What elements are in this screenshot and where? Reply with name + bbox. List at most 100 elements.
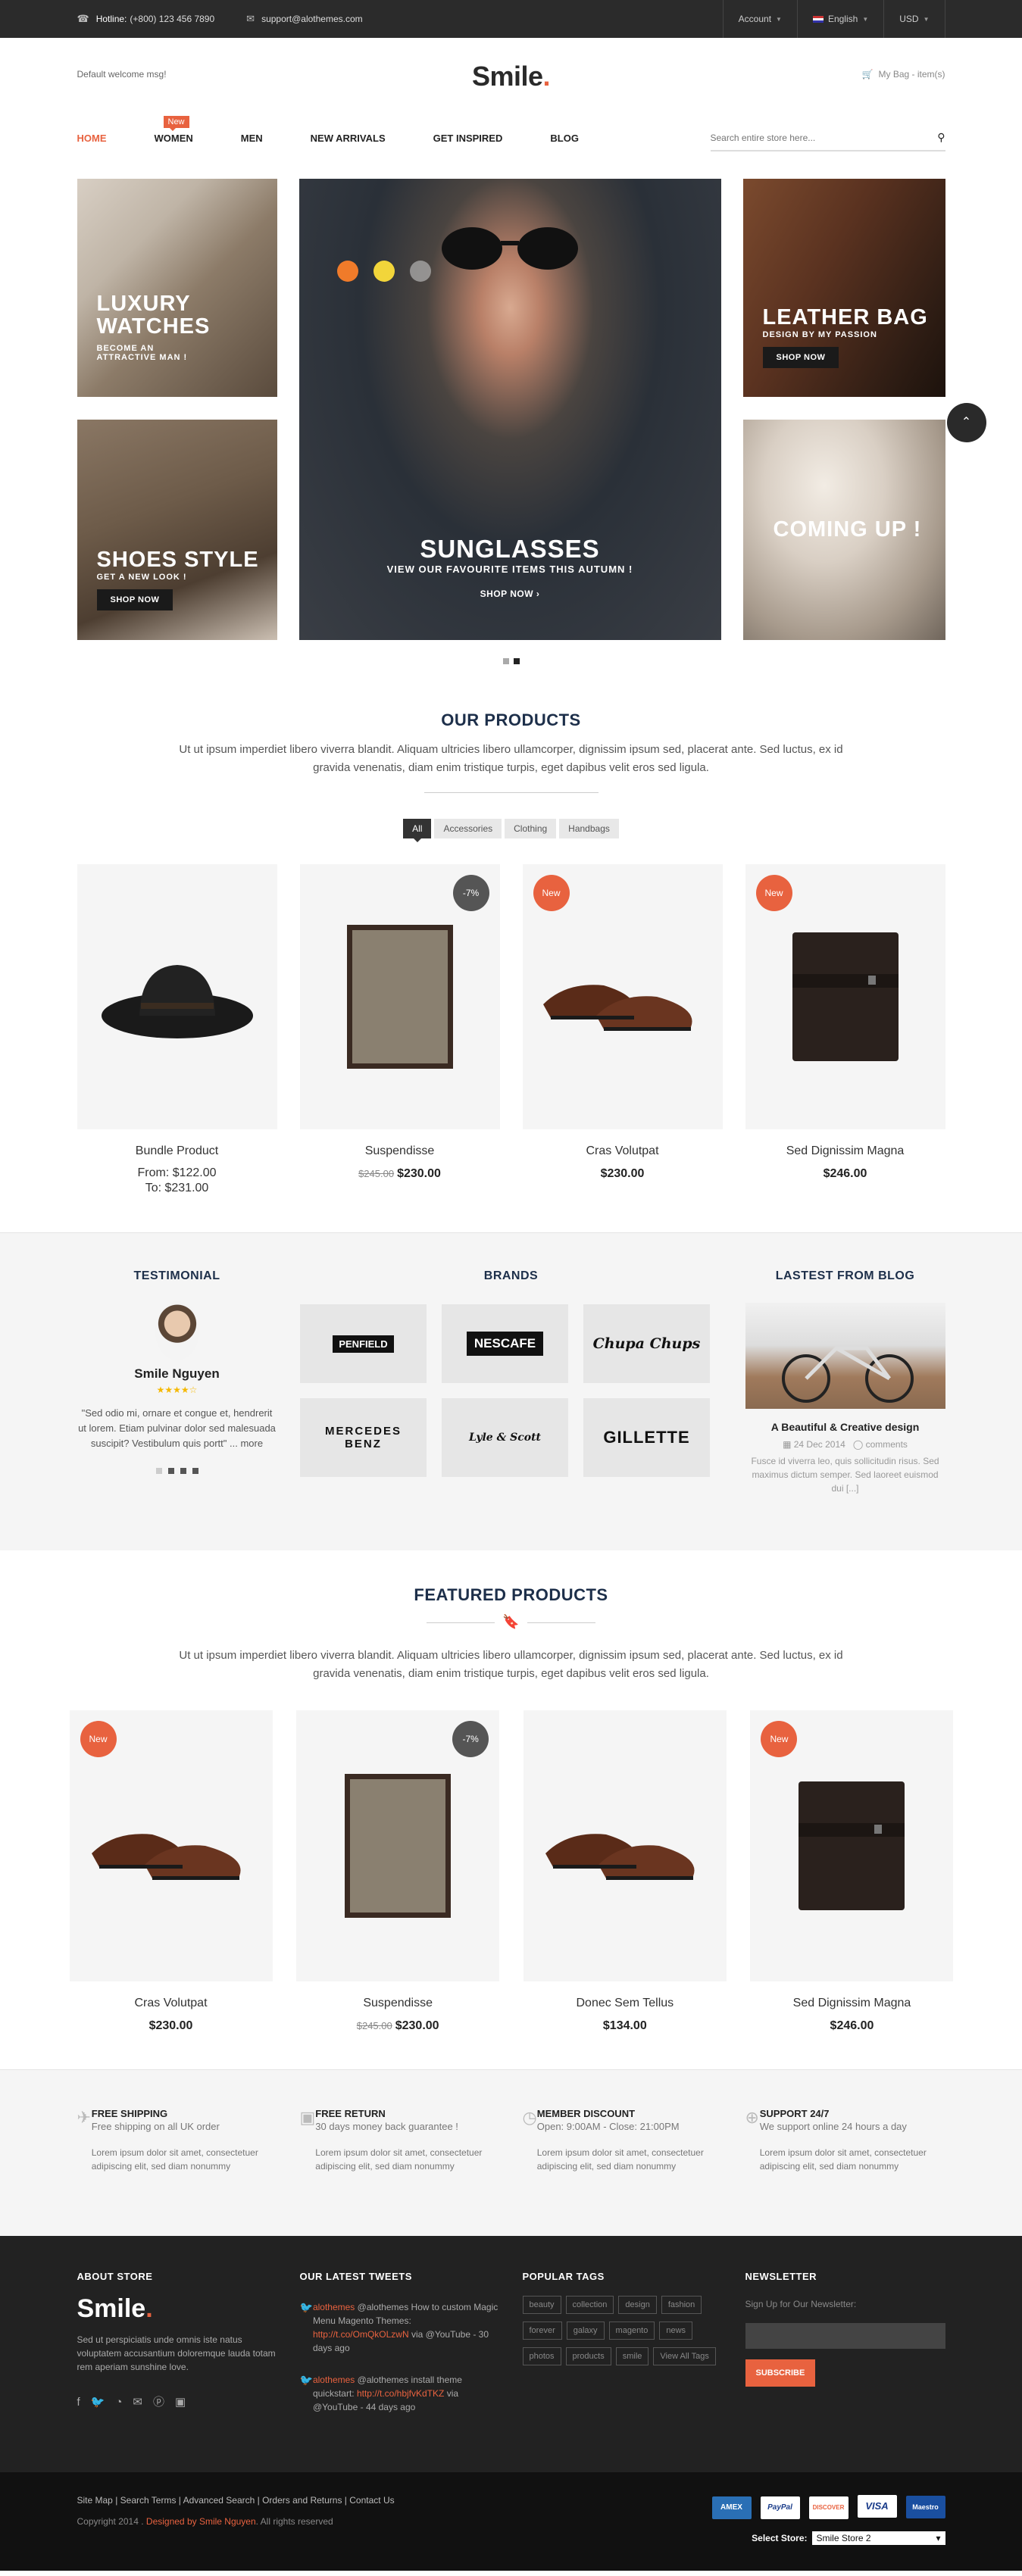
logo-text[interactable]: Smile xyxy=(472,61,543,92)
currency-dropdown[interactable]: USD ▼ xyxy=(883,0,945,38)
product-image[interactable]: New xyxy=(750,1710,954,1981)
account-label[interactable]: Account xyxy=(739,14,771,24)
banner-sunglasses[interactable]: SUNGLASSES VIEW OUR FAVOURITE ITEMS THIS… xyxy=(298,179,721,640)
pager-dot[interactable] xyxy=(502,658,509,664)
banner-luxury-watches[interactable]: LUXURY WATCHES BECOME AN ATTRACTIVE MAN ! xyxy=(77,179,277,397)
account-dropdown[interactable]: Account ▼ xyxy=(722,0,797,38)
brand-logo-nescafe[interactable]: NESCAFE xyxy=(442,1304,568,1383)
blog-post-title[interactable]: A Beautiful & Creative design xyxy=(745,1421,945,1433)
footer-links[interactable]: Site Map | Search Terms | Advanced Searc… xyxy=(77,2495,395,2506)
blog-image[interactable] xyxy=(745,1303,945,1409)
tweet-link[interactable]: http://t.co/OmQkOLzwN xyxy=(313,2329,409,2340)
product-card[interactable]: Bundle Product From: $122.00 To: $231.00 xyxy=(77,864,277,1196)
pager-dot[interactable] xyxy=(192,1468,198,1474)
facebook-icon[interactable]: f xyxy=(77,2396,80,2409)
banner-coming-up[interactable]: COMING UP ! xyxy=(742,420,945,640)
product-card[interactable]: New Sed Dignissim Magna $246.00 xyxy=(745,864,945,1196)
filter-clothing[interactable]: Clothing xyxy=(505,819,557,838)
product-image[interactable]: New xyxy=(69,1710,273,1981)
product-name[interactable]: Cras Volutpat xyxy=(70,1997,273,2010)
language-label[interactable]: English xyxy=(828,14,858,24)
pager-dot[interactable] xyxy=(167,1468,174,1474)
logo[interactable]: Smile. xyxy=(472,61,551,92)
search-icon[interactable]: ⚲ xyxy=(937,131,945,144)
view-all-tags[interactable]: View All Tags xyxy=(653,2347,716,2365)
tag-design[interactable]: design xyxy=(618,2296,657,2314)
brand-logo-lyle-scott[interactable]: Lyle & Scott xyxy=(442,1398,568,1477)
product-name[interactable]: Sed Dignissim Magna xyxy=(745,1144,945,1158)
tweet-link[interactable]: http://t.co/hbjfvKdTKZ xyxy=(357,2388,444,2399)
footer-logo[interactable]: Smile. xyxy=(77,2294,277,2324)
nav-item-get-inspired[interactable]: GET INSPIRED xyxy=(433,133,503,144)
product-name[interactable]: Suspendisse xyxy=(296,1997,499,2010)
tag-photos[interactable]: photos xyxy=(522,2347,561,2365)
product-card[interactable]: New Sed Dignissim Magna $246.00 xyxy=(750,1710,954,2033)
product-image[interactable]: -7% xyxy=(296,1710,500,1981)
tag-news[interactable]: news xyxy=(659,2322,693,2340)
product-image[interactable]: New xyxy=(522,864,723,1129)
my-bag-link[interactable]: 🛒 My Bag - item(s) xyxy=(862,69,945,80)
subscribe-button[interactable]: SUBSCRIBE xyxy=(745,2359,816,2387)
tag-fashion[interactable]: fashion xyxy=(661,2296,702,2314)
tag-products[interactable]: products xyxy=(565,2347,611,2365)
tag-galaxy[interactable]: galaxy xyxy=(566,2322,605,2340)
product-card[interactable]: Donec Sem Tellus $134.00 xyxy=(523,1710,727,2033)
pager-dot-active[interactable] xyxy=(513,658,520,664)
product-name[interactable]: Cras Volutpat xyxy=(523,1144,723,1158)
tweet-handle[interactable]: alothemes xyxy=(313,2302,355,2312)
store-select[interactable]: Smile Store 2 ▾ xyxy=(811,2531,945,2545)
bag-label[interactable]: My Bag - item(s) xyxy=(878,69,945,80)
tweet-handle[interactable]: alothemes xyxy=(313,2375,355,2385)
banner-shoes-style[interactable]: SHOES STYLE GET A NEW LOOK ! SHOP NOW xyxy=(77,420,277,640)
pager-dot[interactable] xyxy=(180,1468,186,1474)
tag-forever[interactable]: forever xyxy=(522,2322,562,2340)
nav-item-men[interactable]: MEN xyxy=(241,133,263,144)
tag-magento[interactable]: magento xyxy=(608,2322,655,2340)
product-image[interactable]: New xyxy=(745,864,945,1129)
envelope-icon[interactable]: ✉ xyxy=(133,2396,142,2409)
footer-logo-text[interactable]: Smile xyxy=(77,2294,146,2323)
currency-label[interactable]: USD xyxy=(899,14,918,24)
tag-beauty[interactable]: beauty xyxy=(522,2296,561,2314)
product-card[interactable]: -7% Suspendisse $245.00 $230.00 xyxy=(296,1710,500,2033)
brand-logo-chupa-chups[interactable]: Chupa Chups xyxy=(583,1304,710,1383)
tag-smile[interactable]: smile xyxy=(615,2347,649,2365)
scroll-top-button[interactable]: ⌃ xyxy=(946,403,986,442)
blog-comments[interactable]: comments xyxy=(866,1439,908,1450)
product-name[interactable]: Bundle Product xyxy=(77,1144,277,1158)
product-image[interactable]: -7% xyxy=(299,864,500,1129)
pinterest-icon[interactable]: ⓟ xyxy=(153,2396,164,2409)
product-name[interactable]: Suspendisse xyxy=(300,1144,500,1158)
nav-item-home[interactable]: HOME xyxy=(77,133,107,144)
nav-item-new-arrivals[interactable]: NEW ARRIVALS xyxy=(311,133,386,144)
shop-now-button[interactable]: SHOP NOW xyxy=(96,589,173,610)
store-value[interactable]: Smile Store 2 xyxy=(817,2533,871,2543)
tag-collection[interactable]: collection xyxy=(565,2296,614,2314)
nav-item-women-label[interactable]: WOMEN xyxy=(155,133,193,144)
language-dropdown[interactable]: English ▼ xyxy=(796,0,883,38)
brand-logo-gillette[interactable]: GILLETTE xyxy=(583,1398,710,1477)
product-card[interactable]: New Cras Volutpat $230.00 xyxy=(522,864,723,1196)
filter-accessories[interactable]: Accessories xyxy=(434,819,502,838)
rss-icon[interactable]: ◔ xyxy=(115,2396,122,2409)
pager-dot[interactable] xyxy=(155,1468,162,1474)
brand-logo-mercedes[interactable]: MERCEDES BENZ xyxy=(300,1398,427,1477)
product-card[interactable]: -7% Suspendisse $245.00 $230.00 xyxy=(299,864,500,1196)
email-text[interactable]: support@alothemes.com xyxy=(261,14,363,24)
shop-now-link[interactable]: SHOP NOW › xyxy=(299,589,721,599)
twitter-icon[interactable]: 🐦 xyxy=(91,2396,105,2409)
filter-all[interactable]: All xyxy=(403,819,432,842)
product-card[interactable]: New Cras Volutpat $230.00 xyxy=(69,1710,273,2033)
filter-handbags[interactable]: Handbags xyxy=(559,819,619,838)
support-email[interactable]: ✉ support@alothemes.com xyxy=(246,13,362,25)
brand-logo-penfield[interactable]: PENFIELD xyxy=(300,1304,427,1383)
product-image[interactable] xyxy=(77,864,277,1129)
search-input[interactable] xyxy=(710,132,938,143)
nav-item-blog[interactable]: BLOG xyxy=(550,133,579,144)
shop-now-button[interactable]: SHOP NOW xyxy=(762,347,839,368)
product-name[interactable]: Donec Sem Tellus xyxy=(524,1997,727,2010)
instagram-icon[interactable]: ▣ xyxy=(175,2396,186,2409)
tweet-at[interactable]: @alothemes xyxy=(358,2375,409,2385)
product-image[interactable] xyxy=(523,1710,727,1981)
designer-link[interactable]: Designed by Smile Nguyen xyxy=(146,2516,256,2527)
